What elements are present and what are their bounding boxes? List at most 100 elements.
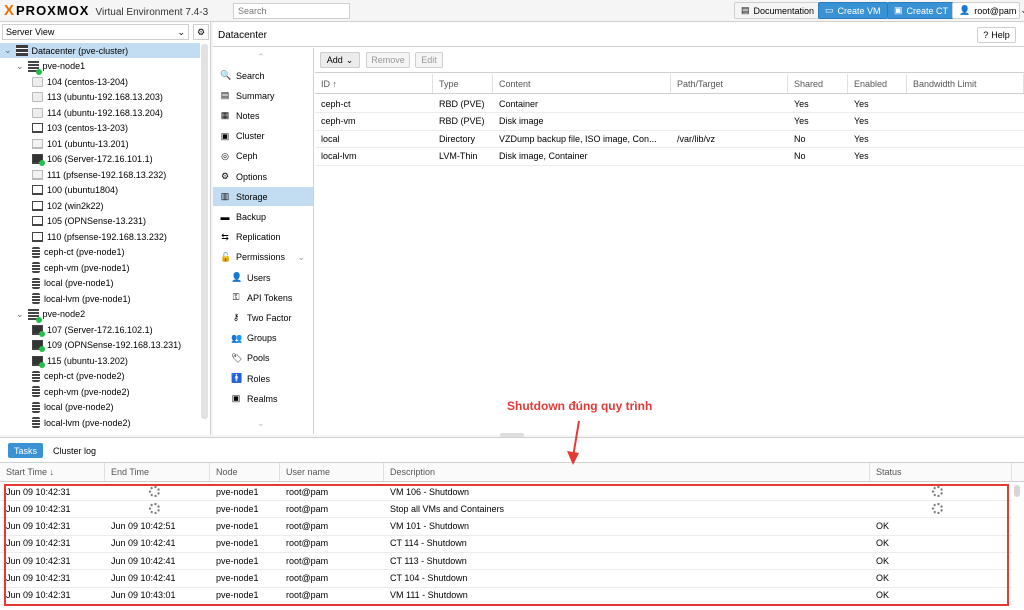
tree-item[interactable]: 104 (centos-13-204) [32, 74, 128, 89]
tree-item[interactable]: ⌄ Datacenter (pve-cluster) [0, 43, 200, 58]
tree-item[interactable]: local (pve-node2) [32, 400, 114, 415]
tree-item[interactable]: local-lvm (pve-node1) [32, 291, 131, 306]
menu-item-groups[interactable]: 👥 Groups [213, 329, 313, 348]
view-selector[interactable]: Server View ⌄ [2, 24, 189, 40]
column-header[interactable]: Enabled [848, 74, 907, 93]
column-header[interactable]: Shared [788, 74, 848, 93]
column-header[interactable]: Bandwidth Limit [907, 74, 1024, 93]
table-cell [671, 95, 788, 112]
table-row[interactable]: ceph-vm RBD (PVE) Disk image Yes Yes [315, 113, 1024, 131]
menu-item-backup[interactable]: ▬ Backup [213, 207, 313, 226]
male-icon: 🚹 [231, 373, 243, 383]
tree-item[interactable]: ceph-ct (pve-node2) [32, 369, 125, 384]
menu-item-api-tokens[interactable]: ⚿ API Tokens [213, 288, 313, 307]
tree-item[interactable]: 107 (Server-172.16.102.1) [32, 322, 153, 337]
add-button[interactable]: Add ⌄ [320, 52, 360, 68]
remove-button[interactable]: Remove [366, 52, 410, 68]
tree-item[interactable]: 109 (OPNSense-192.168.13.231) [32, 338, 181, 353]
tree-item[interactable]: 105 (OPNSense-13.231) [32, 214, 146, 229]
menu-item-realms[interactable]: ▣ Realms [213, 389, 313, 408]
documentation-button[interactable]: ▤ Documentation [734, 2, 822, 19]
user-menu-button[interactable]: 👤 root@pam ⌄ [952, 2, 1024, 19]
table-cell [907, 130, 1024, 147]
create-ct-button[interactable]: ▣ Create CT [887, 2, 956, 19]
table-cell [907, 95, 1024, 112]
column-header[interactable]: Content [493, 74, 671, 93]
tree-item[interactable]: 101 (ubuntu-13.201) [32, 136, 129, 151]
vm-icon [32, 231, 43, 242]
tree-item-label: 115 (ubuntu-13.202) [47, 355, 128, 366]
edit-button[interactable]: Edit [415, 52, 443, 68]
question-icon: ? [983, 30, 989, 40]
menu-item-two-factor[interactable]: ⚷ Two Factor [213, 308, 313, 327]
table-cell: ceph-vm [321, 116, 356, 126]
gear-icon[interactable]: ⚙ [193, 24, 209, 40]
chevron-down-icon[interactable]: ⌄ [297, 252, 305, 263]
column-header[interactable]: Path/Target [671, 74, 788, 93]
table-cell: Yes [794, 98, 809, 109]
storage-toolbar: Add ⌄ Remove Edit [315, 48, 1024, 73]
tab-cluster-log[interactable]: Cluster log [53, 443, 96, 458]
column-header[interactable]: Node [210, 463, 280, 481]
table-cell [671, 113, 788, 130]
tree-item[interactable]: ceph-ct (pve-node1) [32, 245, 125, 260]
column-header[interactable]: Type [433, 74, 493, 93]
table-row[interactable]: local-lvm LVM-Thin Disk image, Container No… [315, 148, 1024, 166]
tree-item[interactable]: 111 (pfsense-192.168.13.232) [32, 167, 166, 182]
tree-item[interactable]: 103 (centos-13-203) [32, 121, 128, 136]
menu-item-options[interactable]: ⚙ Options [213, 167, 313, 186]
tree-item[interactable]: local (pve-node1) [32, 276, 114, 291]
tree-item[interactable]: 115 (ubuntu-13.202) [32, 353, 128, 368]
tree-item[interactable]: 102 (win2k22) [32, 198, 104, 213]
menu-item-replication[interactable]: ⇆ Replication [213, 228, 313, 247]
tree-item[interactable]: 113 (ubuntu-192.168.13.203) [32, 90, 163, 105]
container-icon [32, 107, 43, 118]
menu-item-cluster[interactable]: ▣ Cluster [213, 127, 313, 146]
vm-running-icon [32, 154, 45, 166]
menu-item-users[interactable]: 👤 Users [213, 268, 313, 287]
menu-item-pools[interactable]: 🏷 Pools [213, 349, 313, 368]
chevron-down-icon[interactable]: ⌄ [16, 61, 24, 72]
tree-item-label: ceph-ct (pve-node2) [44, 371, 125, 381]
tree-item[interactable]: ceph-vm (pve-node1) [32, 260, 130, 275]
table-row[interactable]: ceph-ct RBD (PVE) Container Yes Yes [315, 95, 1024, 113]
menu-item-storage[interactable]: ▥ Storage [213, 187, 313, 207]
tree-item[interactable]: 114 (ubuntu-192.168.13.204) [32, 105, 163, 120]
tree-item[interactable]: ⌄ pve-node1 [16, 59, 85, 75]
table-cell: Directory [439, 133, 476, 144]
column-header[interactable]: Status [870, 463, 1012, 481]
annotation-highlight-box [4, 484, 1009, 606]
table-cell [907, 113, 1024, 130]
chevron-down-icon[interactable]: ⌄ [257, 418, 269, 429]
table-row[interactable]: local Directory VZDump backup file, ISO im… [315, 130, 1024, 148]
tree-item[interactable]: local-lvm (pve-node2) [32, 415, 131, 430]
chevron-up-icon[interactable]: ⌃ [257, 52, 269, 63]
menu-item-ceph[interactable]: ◎ Ceph [213, 147, 313, 166]
menu-item-notes[interactable]: ▦ Notes [213, 106, 313, 125]
template-icon [32, 169, 43, 180]
tree-item[interactable]: 106 (Server-172.16.101.1) [32, 152, 153, 167]
tab-tasks[interactable]: Tasks [8, 443, 44, 458]
menu-item-summary[interactable]: ▤ Summary [213, 86, 313, 105]
menu-item-permissions[interactable]: 🔓 Permissions ⌄ [213, 248, 313, 267]
menu-item-roles[interactable]: 🚹 Roles [213, 369, 313, 388]
tree-item-label: 109 (OPNSense-192.168.13.231) [47, 340, 182, 350]
help-button[interactable]: ? Help [977, 27, 1016, 43]
tree-scrollbar[interactable] [201, 44, 208, 419]
chevron-down-icon[interactable]: ⌄ [4, 45, 12, 56]
column-header[interactable]: Description [384, 463, 870, 481]
tree-item[interactable]: ⌄ pve-node2 [16, 307, 85, 323]
column-header[interactable]: ID ↑ [315, 74, 433, 93]
search-input[interactable] [233, 3, 350, 19]
tree-item[interactable]: ceph-vm (pve-node2) [32, 384, 130, 399]
table-cell: Container [499, 98, 539, 109]
menu-item-search[interactable]: 🔍 Search [213, 66, 313, 85]
create-vm-button[interactable]: ▭ Create VM [818, 2, 888, 19]
column-header[interactable]: User name [280, 463, 384, 481]
chevron-down-icon[interactable]: ⌄ [16, 309, 24, 320]
column-header[interactable]: Start Time ↓ [0, 463, 105, 481]
column-header[interactable]: End Time [105, 463, 210, 481]
tree-item[interactable]: 110 (pfsense-192.168.13.232) [32, 229, 167, 244]
tree-item[interactable]: 100 (ubuntu1804) [32, 183, 118, 198]
task-scrollbar[interactable] [1014, 485, 1020, 497]
